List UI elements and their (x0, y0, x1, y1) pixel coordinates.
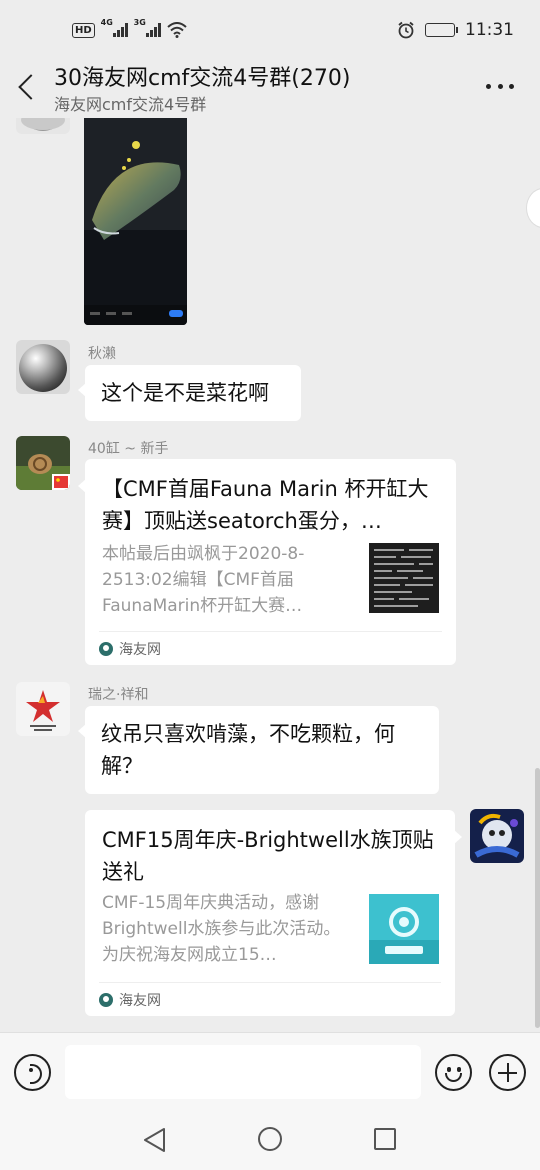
link-card-title: CMF15周年庆-Brightwell水族顶贴送礼 (102, 828, 434, 884)
voice-icon[interactable] (14, 1054, 51, 1091)
chevron-left-icon[interactable] (12, 70, 42, 104)
message-input[interactable] (65, 1045, 421, 1099)
chat-message-list[interactable]: 秋濑 这个是不是菜花啊 40缸 ~ 新手 【CMF首届Fauna Marin 杯… (0, 118, 540, 1032)
floating-edge-button[interactable] (526, 188, 540, 228)
site-logo-icon (99, 641, 113, 656)
link-card-description: 本帖最后由飒枫于2020-8-2513:02编辑【CMF首届FaunaMarin… (102, 544, 305, 616)
sender-name: 40缸 ~ 新手 (88, 441, 169, 457)
sim1-signal-icon: 4G (101, 18, 128, 37)
link-card[interactable]: 【CMF首届Fauna Marin 杯开缸大赛】顶贴送seatorch蛋分，… … (78, 459, 456, 665)
nav-home-icon[interactable] (258, 1127, 282, 1151)
chat-subtitle: 海友网cmf交流4号群 (54, 95, 207, 114)
text-message[interactable]: 这个是不是菜花啊 (78, 365, 301, 421)
link-card-thumbnail (369, 543, 439, 613)
link-card-thumbnail (369, 894, 439, 964)
alarm-icon (398, 21, 414, 39)
sender-name: 瑞之·祥和 (88, 687, 149, 703)
avatar[interactable] (16, 436, 70, 490)
link-card[interactable]: CMF15周年庆-Brightwell水族顶贴送礼 CMF-15周年庆典活动，感… (85, 810, 462, 1016)
hd-indicator: HD (72, 22, 95, 38)
wifi-icon (167, 22, 187, 38)
more-dots-icon[interactable] (486, 84, 514, 92)
sender-name: 秋濑 (88, 346, 116, 362)
battery-icon (425, 23, 458, 37)
avatar[interactable] (16, 118, 70, 134)
chat-scrollbar[interactable] (535, 768, 540, 1028)
link-card-title: 【CMF首届Fauna Marin 杯开缸大赛】顶贴送seatorch蛋分，… (102, 477, 429, 533)
site-logo-icon (99, 992, 113, 1007)
chat-title: 30海友网cmf交流4号群(270) (54, 66, 351, 91)
avatar[interactable] (16, 340, 70, 394)
link-card-description: CMF-15周年庆典活动，感谢Brightwell水族参与此次活动。为庆祝海友网… (102, 893, 341, 965)
system-nav-bar (0, 1112, 540, 1170)
sim2-signal-icon: 3G (134, 18, 161, 37)
plus-icon[interactable] (489, 1054, 526, 1091)
avatar[interactable] (16, 682, 70, 736)
image-message[interactable] (84, 118, 187, 325)
nav-recent-icon[interactable] (374, 1128, 396, 1150)
message-input-bar (0, 1032, 540, 1112)
status-bar: HD 4G 3G 11:31 (0, 0, 540, 60)
avatar[interactable] (470, 809, 524, 863)
status-time: 11:31 (465, 20, 514, 40)
link-card-source: 海友网 (99, 982, 441, 1016)
emoji-icon[interactable] (435, 1054, 472, 1091)
text-message[interactable]: 纹吊只喜欢啃藻，不吃颗粒，何解？ (78, 706, 439, 794)
nav-back-icon[interactable] (142, 1127, 168, 1153)
chat-header: 30海友网cmf交流4号群(270) 海友网cmf交流4号群 (0, 60, 540, 118)
link-card-source: 海友网 (99, 631, 442, 665)
